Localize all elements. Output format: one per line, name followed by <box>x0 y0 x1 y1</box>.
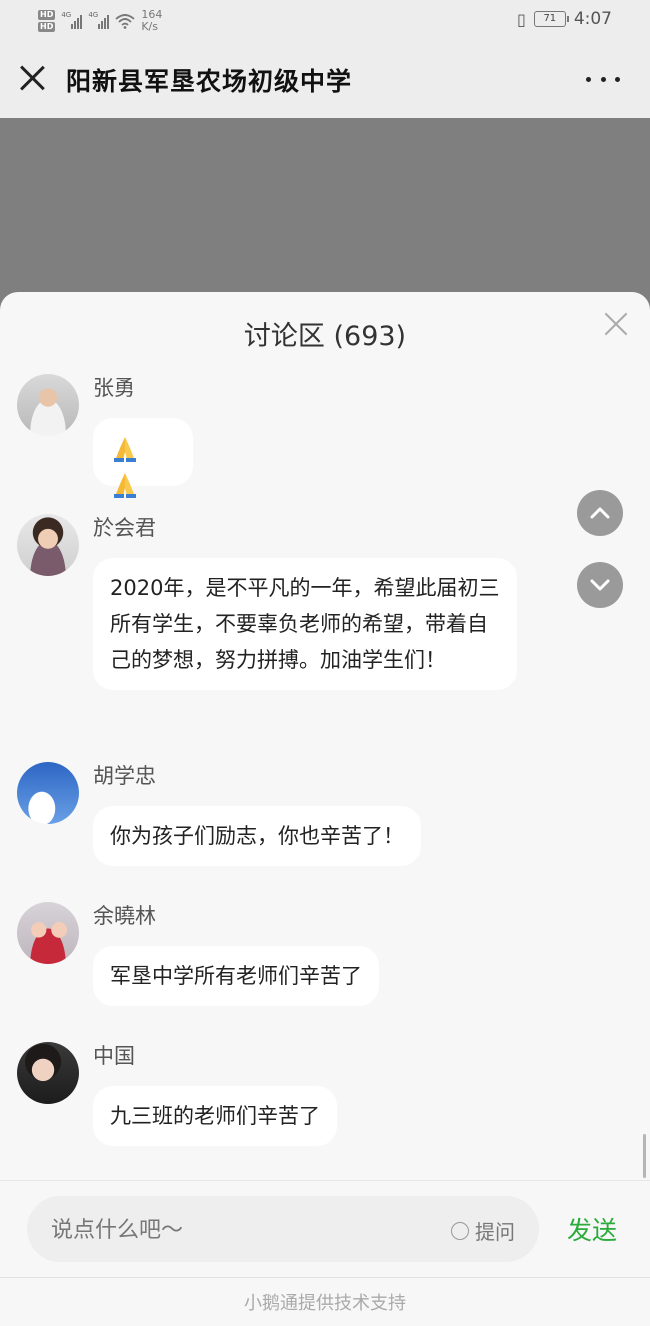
status-left: HD HD 4G 4G 164 K/s <box>38 5 162 37</box>
clock: 4:07 <box>573 9 612 29</box>
input-container: 提问 <box>27 1196 539 1264</box>
folded-hands-emoji-icon <box>114 473 136 498</box>
network-type-2: 4G <box>88 11 99 19</box>
avatar[interactable] <box>17 762 79 824</box>
comment-bubble: 军垦中学所有老师们辛苦了 <box>93 946 379 1006</box>
panel-title: 讨论区 (693) <box>243 321 407 352</box>
avatar[interactable] <box>17 1042 79 1104</box>
avatar[interactable] <box>17 514 79 576</box>
radio-icon <box>451 1221 469 1240</box>
close-icon[interactable] <box>18 64 46 92</box>
panel-close-icon[interactable] <box>604 312 628 336</box>
vibrate-icon: ▯ <box>517 9 526 29</box>
avatar[interactable] <box>17 902 79 964</box>
comment-username: 中国 <box>93 1044 135 1068</box>
comment-bubble <box>93 418 193 498</box>
comment-bubble: 九三班的老师们辛苦了 <box>93 1086 337 1146</box>
comment-bubble: 你为孩子们励志，你也辛苦了！ <box>93 806 421 866</box>
network-type-1: 4G <box>61 11 72 19</box>
comment-username: 余曉林 <box>93 904 156 928</box>
page-title: 阳新县军垦农场初级中学 <box>66 67 353 96</box>
powered-by-footer: 小鹅通提供技术支持 <box>0 1277 650 1326</box>
ask-question-toggle[interactable]: 提问 <box>451 1216 515 1245</box>
avatar[interactable] <box>17 374 79 436</box>
signal-icon-2: 4G <box>88 11 110 29</box>
nav-bar: 阳新县军垦农场初级中学 <box>0 40 650 118</box>
more-options-icon[interactable] <box>586 64 620 94</box>
comment-input[interactable] <box>49 1196 433 1264</box>
signal-icon: 4G <box>61 11 83 29</box>
scroll-down-button[interactable] <box>577 562 623 608</box>
comment-username: 於会君 <box>93 516 156 540</box>
speed-unit: K/s <box>141 20 158 33</box>
status-bar: HD HD 4G 4G 164 K/s ▯ 71 4:07 <box>0 0 650 40</box>
battery-icon: 71 <box>533 11 569 27</box>
chevron-down-icon <box>590 579 610 591</box>
discussion-panel: 讨论区 (693) 张勇 於会君 2020年，是不平凡的一年，希望此届初三所有学… <box>0 292 650 1326</box>
comment-bubble: 2020年，是不平凡的一年，希望此届初三所有学生，不要辜负老师的希望，带着自己的… <box>93 558 517 690</box>
comment-username: 张勇 <box>93 376 135 400</box>
ask-label: 提问 <box>475 1220 515 1244</box>
hd-indicators: HD HD <box>38 10 56 32</box>
scroll-up-button[interactable] <box>577 490 623 536</box>
scrollbar[interactable] <box>643 1134 646 1178</box>
comment-input-bar: 提问 发送 <box>0 1180 650 1277</box>
folded-hands-emoji-icon <box>114 437 136 462</box>
chevron-up-icon <box>590 507 610 519</box>
dimmed-backdrop[interactable] <box>0 118 650 318</box>
hd-badge-2: HD <box>38 22 56 32</box>
send-button[interactable]: 发送 <box>567 1211 617 1247</box>
network-speed: 164 K/s <box>141 9 162 33</box>
wifi-icon <box>115 14 135 29</box>
comment-username: 胡学忠 <box>93 764 156 788</box>
hd-badge-1: HD <box>38 10 56 20</box>
status-right: ▯ 71 4:07 <box>517 9 612 29</box>
